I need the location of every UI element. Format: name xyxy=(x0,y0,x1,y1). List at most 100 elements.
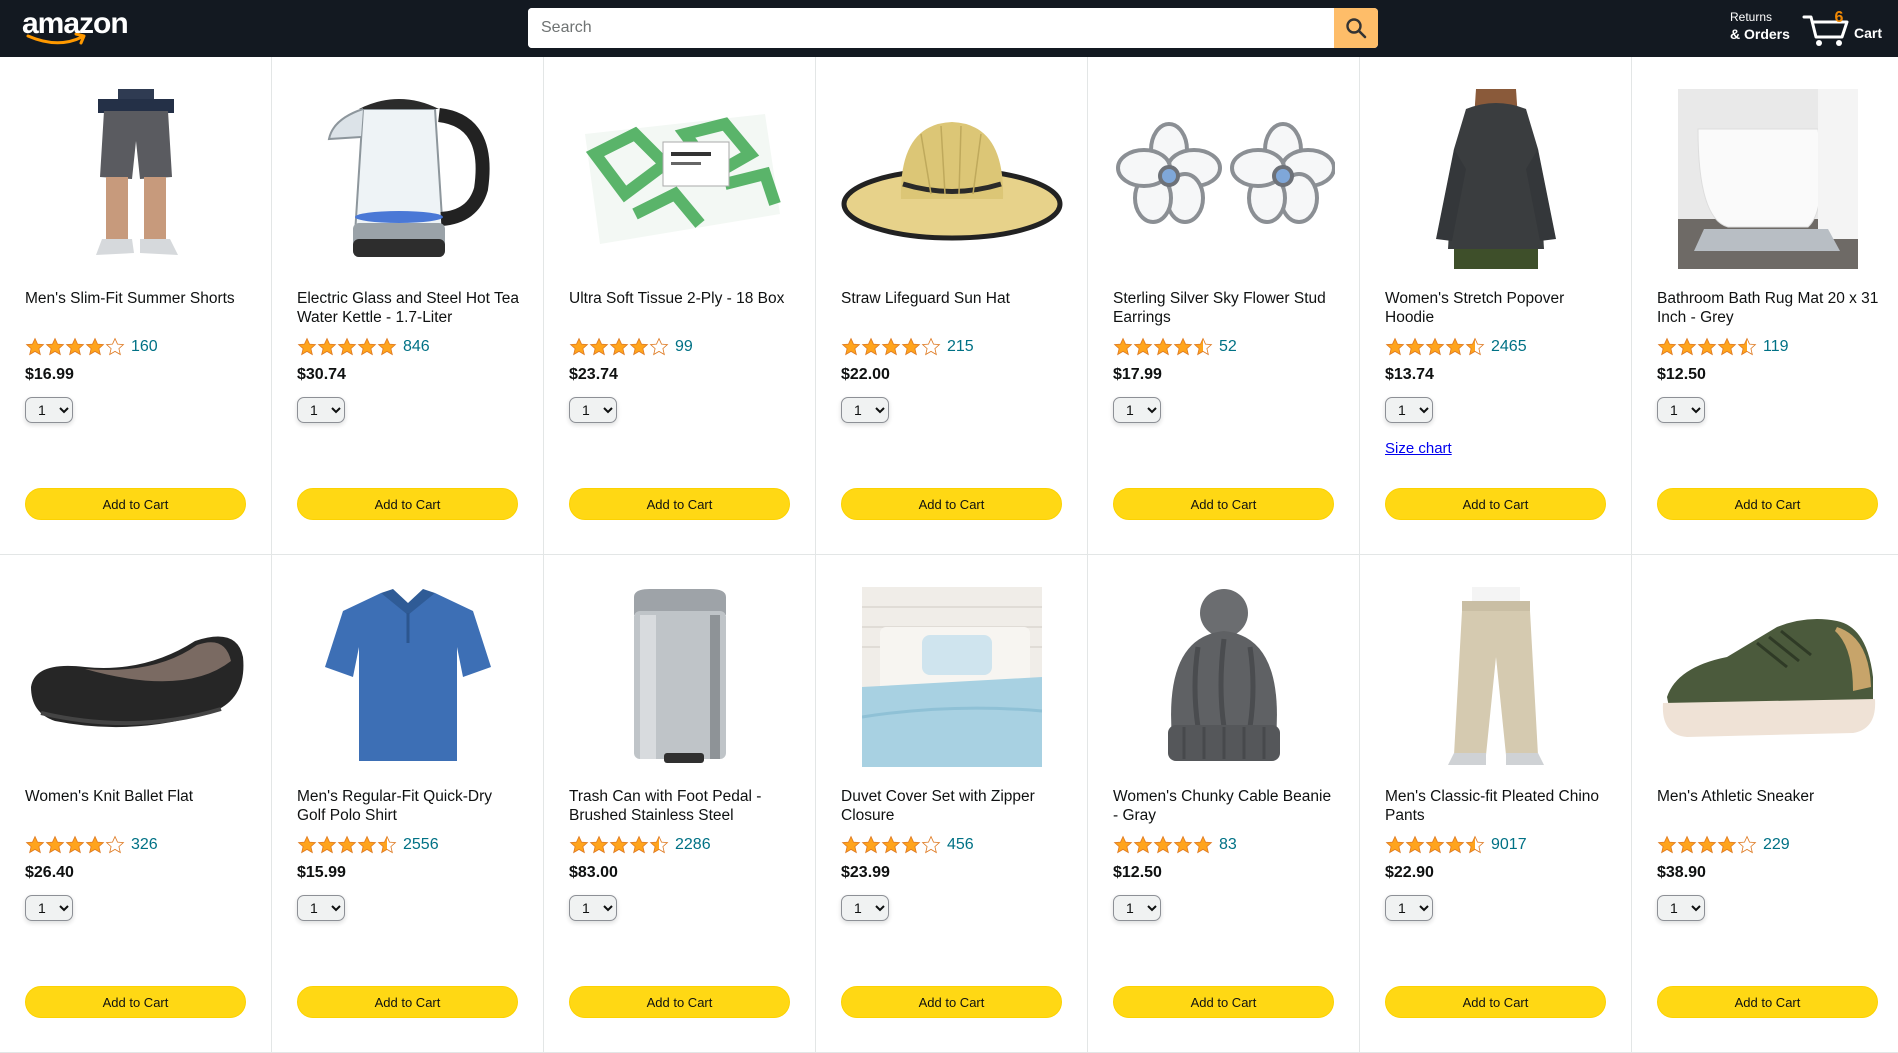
search-input[interactable] xyxy=(528,8,1333,48)
review-count-link[interactable]: 83 xyxy=(1219,836,1237,854)
logo-smile-icon xyxy=(26,33,86,45)
rating-stars[interactable] xyxy=(297,835,397,855)
quantity-select[interactable]: 1 xyxy=(1113,397,1161,423)
bath-rug-image[interactable] xyxy=(1657,89,1879,269)
product-title[interactable]: Bathroom Bath Rug Mat 20 x 31 Inch - Gre… xyxy=(1657,289,1883,327)
polo-shirt-image[interactable] xyxy=(297,587,519,767)
amazon-logo[interactable]: amazon xyxy=(22,6,129,46)
product-title[interactable]: Men's Slim-Fit Summer Shorts xyxy=(25,289,251,308)
add-to-cart-button[interactable]: Add to Cart xyxy=(297,488,518,520)
add-to-cart-button[interactable]: Add to Cart xyxy=(841,986,1062,1018)
rating-stars[interactable] xyxy=(569,835,669,855)
add-to-cart-button[interactable]: Add to Cart xyxy=(297,986,518,1018)
add-to-cart-button[interactable]: Add to Cart xyxy=(569,986,790,1018)
rating-stars[interactable] xyxy=(841,337,941,357)
quantity-select[interactable]: 1 xyxy=(25,895,73,921)
add-to-cart-button[interactable]: Add to Cart xyxy=(841,488,1062,520)
add-to-cart-button[interactable]: Add to Cart xyxy=(1113,986,1334,1018)
rating-stars[interactable] xyxy=(1113,835,1213,855)
product-title[interactable]: Men's Classic-fit Pleated Chino Pants xyxy=(1385,787,1611,825)
product-title[interactable]: Women's Knit Ballet Flat xyxy=(25,787,251,806)
sun-hat-image[interactable] xyxy=(841,89,1063,269)
rating-stars[interactable] xyxy=(25,337,125,357)
star-icon xyxy=(1153,835,1173,854)
rating-stars[interactable] xyxy=(1657,337,1757,357)
size-chart-link[interactable]: Size chart xyxy=(1385,440,1452,457)
rating-stars[interactable] xyxy=(25,835,125,855)
product-rating: 326 xyxy=(25,834,158,856)
review-count-link[interactable]: 456 xyxy=(947,836,974,854)
add-to-cart-button[interactable]: Add to Cart xyxy=(1385,986,1606,1018)
rating-stars[interactable] xyxy=(569,337,669,357)
returns-orders-link[interactable]: Returns & Orders xyxy=(1730,9,1790,43)
star-icon xyxy=(1697,337,1717,356)
review-count-link[interactable]: 160 xyxy=(131,338,158,356)
rating-stars[interactable] xyxy=(1657,835,1757,855)
quantity-select[interactable]: 1 xyxy=(1113,895,1161,921)
duvet-set-image[interactable] xyxy=(841,587,1063,767)
review-count-link[interactable]: 229 xyxy=(1763,836,1790,854)
review-count-link[interactable]: 2556 xyxy=(403,836,439,854)
review-count-link[interactable]: 9017 xyxy=(1491,836,1527,854)
quantity-select[interactable]: 1 xyxy=(1657,397,1705,423)
product-title[interactable]: Ultra Soft Tissue 2-Ply - 18 Box xyxy=(569,289,795,308)
quantity-select[interactable]: 1 xyxy=(1385,895,1433,921)
quantity-select[interactable]: 1 xyxy=(297,895,345,921)
shorts-image[interactable] xyxy=(25,89,247,269)
review-count-link[interactable]: 846 xyxy=(403,338,430,356)
add-to-cart-button[interactable]: Add to Cart xyxy=(569,488,790,520)
add-to-cart-button[interactable]: Add to Cart xyxy=(25,488,246,520)
quantity-select[interactable]: 1 xyxy=(297,397,345,423)
rating-stars[interactable] xyxy=(1385,337,1485,357)
add-to-cart-button[interactable]: Add to Cart xyxy=(1113,488,1334,520)
quantity-select[interactable]: 1 xyxy=(569,397,617,423)
product-title[interactable]: Electric Glass and Steel Hot Tea Water K… xyxy=(297,289,523,327)
product-rating: 119 xyxy=(1657,336,1789,358)
chino-pants-image[interactable] xyxy=(1385,587,1607,767)
rating-stars[interactable] xyxy=(1113,337,1213,357)
star-icon xyxy=(1173,337,1193,356)
product-title[interactable]: Straw Lifeguard Sun Hat xyxy=(841,289,1067,308)
sneaker-image[interactable] xyxy=(1657,587,1879,767)
kettle-image[interactable] xyxy=(297,89,519,269)
product-title[interactable]: Trash Can with Foot Pedal - Brushed Stai… xyxy=(569,787,795,825)
product-title[interactable]: Women's Stretch Popover Hoodie xyxy=(1385,289,1611,327)
quantity-select[interactable]: 1 xyxy=(25,397,73,423)
quantity-select[interactable]: 1 xyxy=(841,895,889,921)
product-title[interactable]: Women's Chunky Cable Beanie - Gray xyxy=(1113,787,1339,825)
quantity-select[interactable]: 1 xyxy=(1657,895,1705,921)
beanie-image[interactable] xyxy=(1113,587,1335,767)
star-icon xyxy=(45,835,65,854)
review-count-link[interactable]: 119 xyxy=(1763,338,1789,356)
ballet-flat-image[interactable] xyxy=(25,587,247,767)
rating-stars[interactable] xyxy=(297,337,397,357)
search-button[interactable] xyxy=(1334,8,1378,48)
add-to-cart-button[interactable]: Add to Cart xyxy=(1657,488,1878,520)
add-to-cart-button[interactable]: Add to Cart xyxy=(1385,488,1606,520)
tissue-box-image[interactable] xyxy=(569,89,791,269)
review-count-link[interactable]: 2465 xyxy=(1491,338,1527,356)
earrings-image[interactable] xyxy=(1113,89,1335,269)
product-title[interactable]: Men's Athletic Sneaker xyxy=(1657,787,1883,806)
review-count-link[interactable]: 326 xyxy=(131,836,158,854)
quantity-select[interactable]: 1 xyxy=(1385,397,1433,423)
rating-stars[interactable] xyxy=(841,835,941,855)
product-title[interactable]: Duvet Cover Set with Zipper Closure xyxy=(841,787,1067,825)
rating-stars[interactable] xyxy=(1385,835,1485,855)
star-icon xyxy=(25,337,45,356)
star-icon xyxy=(1133,337,1153,356)
add-to-cart-button[interactable]: Add to Cart xyxy=(1657,986,1878,1018)
add-to-cart-button[interactable]: Add to Cart xyxy=(25,986,246,1018)
cart-link[interactable]: 6 Cart xyxy=(1802,7,1890,51)
trash-can-image[interactable] xyxy=(569,587,791,767)
hoodie-image[interactable] xyxy=(1385,89,1607,269)
product-title[interactable]: Men's Regular-Fit Quick-Dry Golf Polo Sh… xyxy=(297,787,523,825)
review-count-link[interactable]: 2286 xyxy=(675,836,711,854)
star-icon xyxy=(1385,337,1405,356)
review-count-link[interactable]: 99 xyxy=(675,338,693,356)
product-title[interactable]: Sterling Silver Sky Flower Stud Earrings xyxy=(1113,289,1339,327)
review-count-link[interactable]: 52 xyxy=(1219,338,1237,356)
review-count-link[interactable]: 215 xyxy=(947,338,974,356)
quantity-select[interactable]: 1 xyxy=(841,397,889,423)
quantity-select[interactable]: 1 xyxy=(569,895,617,921)
